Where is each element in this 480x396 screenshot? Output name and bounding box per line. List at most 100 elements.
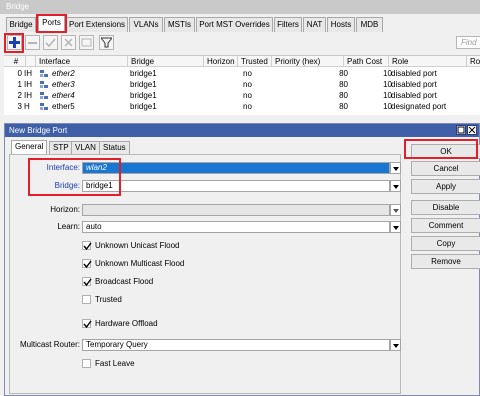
comment-button[interactable]: Comment bbox=[411, 218, 480, 233]
tab-vlans[interactable]: VLANs bbox=[129, 17, 163, 32]
col-path-cost[interactable]: Path Cost bbox=[344, 56, 389, 67]
enable-button[interactable] bbox=[43, 35, 58, 50]
filter-button[interactable] bbox=[99, 35, 114, 50]
tab-port-mst-overrides[interactable]: Port MST Overrides bbox=[196, 17, 273, 32]
enable-icon bbox=[45, 38, 56, 48]
unknown-multicast-flood-checkbox[interactable] bbox=[82, 259, 92, 269]
table-row[interactable]: 2 IH ether4 bridge1 no 80 10 disabled po… bbox=[4, 90, 480, 101]
col-horizon[interactable]: Horizon bbox=[204, 56, 238, 67]
row-bridge: bridge1 bbox=[130, 69, 157, 78]
col-bridge[interactable]: Bridge bbox=[128, 56, 204, 67]
row-priority: 80 bbox=[339, 102, 348, 111]
interface-icon bbox=[39, 101, 49, 112]
filter-icon bbox=[101, 37, 112, 48]
find-input[interactable]: Find bbox=[456, 36, 480, 49]
tab-hosts[interactable]: Hosts bbox=[327, 17, 355, 32]
ports-toolbar bbox=[0, 33, 480, 53]
row-interface: ether2 bbox=[52, 69, 75, 78]
checkmark-icon bbox=[83, 320, 92, 329]
tab-bridge[interactable]: Bridge bbox=[6, 17, 36, 32]
maximize-icon bbox=[457, 126, 465, 134]
dialog-title-bar[interactable]: New Bridge Port bbox=[5, 124, 479, 137]
col-priority[interactable]: Priority (hex) bbox=[272, 56, 344, 67]
interface-bridge-highlight bbox=[28, 158, 121, 196]
fast-leave-label: Fast Leave bbox=[95, 359, 135, 368]
row-flags: IH bbox=[24, 69, 32, 78]
col-ro[interactable]: Ro bbox=[467, 56, 480, 67]
row-trusted: no bbox=[243, 91, 252, 100]
multicast-router-dropdown[interactable] bbox=[390, 339, 401, 351]
tab-mdb[interactable]: MDB bbox=[356, 17, 383, 32]
apply-button[interactable]: Apply bbox=[411, 179, 480, 194]
horizon-input[interactable] bbox=[82, 204, 390, 216]
bridge-select[interactable]: bridge1 bbox=[82, 180, 390, 192]
unknown-multicast-flood-label: Unknown Multicast Flood bbox=[95, 259, 185, 268]
row-path-cost: 10 bbox=[383, 80, 392, 89]
learn-dropdown[interactable] bbox=[390, 221, 401, 233]
maximize-button[interactable] bbox=[456, 125, 466, 135]
remove-button[interactable]: Remove bbox=[411, 254, 480, 269]
close-icon bbox=[468, 126, 476, 134]
row-priority: 80 bbox=[339, 80, 348, 89]
interface-select[interactable]: wlan2 bbox=[82, 162, 390, 174]
row-interface: ether4 bbox=[52, 91, 75, 100]
cancel-button[interactable]: Cancel bbox=[411, 161, 480, 176]
bridge-dropdown[interactable] bbox=[390, 180, 401, 192]
row-role: disabled port bbox=[391, 80, 437, 89]
dialog-tab-general[interactable]: General bbox=[11, 140, 48, 154]
tab-port-extensions[interactable]: Port Extensions bbox=[66, 17, 128, 32]
remove-button[interactable] bbox=[25, 35, 40, 50]
row-path-cost: 10 bbox=[383, 69, 392, 78]
copy-button[interactable]: Copy bbox=[411, 236, 480, 251]
row-num: 2 bbox=[17, 91, 22, 100]
row-interface: ether5 bbox=[52, 102, 75, 111]
disable-button[interactable]: Disable bbox=[411, 200, 480, 215]
remove-icon bbox=[28, 42, 37, 44]
tab-filters[interactable]: Filters bbox=[274, 17, 302, 32]
col-interface[interactable]: Interface bbox=[36, 56, 128, 67]
collapse-icon bbox=[393, 209, 399, 213]
ports-table: # Interface Bridge Horizon Trusted Prior… bbox=[4, 55, 480, 115]
checkmark-icon bbox=[83, 278, 92, 287]
col-flags[interactable] bbox=[26, 56, 36, 67]
unknown-unicast-flood-label: Unknown Unicast Flood bbox=[95, 241, 180, 250]
row-role: disabled port bbox=[391, 69, 437, 78]
dialog-title: New Bridge Port bbox=[9, 126, 68, 135]
dialog-tab-vlan[interactable]: VLAN bbox=[71, 141, 100, 154]
row-path-cost: 10 bbox=[383, 91, 392, 100]
hardware-offload-checkbox[interactable] bbox=[82, 319, 92, 329]
table-header: # Interface Bridge Horizon Trusted Prior… bbox=[4, 56, 480, 67]
unknown-unicast-flood-checkbox[interactable] bbox=[82, 241, 92, 251]
dialog-tab-stp[interactable]: STP bbox=[49, 141, 73, 154]
horizon-dropdown[interactable] bbox=[390, 204, 401, 216]
tab-mstis[interactable]: MSTIs bbox=[164, 17, 195, 32]
broadcast-flood-checkbox[interactable] bbox=[82, 277, 92, 287]
row-role: disabled port bbox=[391, 91, 437, 100]
col-trusted[interactable]: Trusted bbox=[238, 56, 272, 67]
checkmark-icon bbox=[83, 260, 92, 269]
horizon-label: Horizon: bbox=[50, 205, 80, 214]
interface-dropdown[interactable] bbox=[390, 162, 401, 174]
interface-icon bbox=[39, 79, 49, 90]
trusted-checkbox[interactable] bbox=[82, 295, 91, 304]
dropdown-icon bbox=[393, 226, 399, 230]
table-row[interactable]: 1 IH ether3 bridge1 no 80 10 disabled po… bbox=[4, 79, 480, 90]
table-row[interactable]: 3 H ether5 bridge1 no 80 10 designated p… bbox=[4, 101, 480, 112]
comment-button[interactable] bbox=[79, 35, 94, 50]
bridge-tabs: Bridge Ports Port Extensions VLANs MSTIs… bbox=[0, 14, 480, 32]
close-button[interactable] bbox=[467, 125, 477, 135]
table-row[interactable]: 0 IH ether2 bridge1 no 80 10 disabled po… bbox=[4, 68, 480, 79]
learn-select[interactable]: auto bbox=[82, 221, 390, 233]
multicast-router-select[interactable]: Temporary Query bbox=[82, 339, 390, 351]
fast-leave-checkbox[interactable] bbox=[82, 359, 91, 368]
row-num: 3 bbox=[17, 102, 22, 111]
disable-icon bbox=[64, 38, 73, 47]
disable-button[interactable] bbox=[61, 35, 76, 50]
col-num[interactable]: # bbox=[4, 56, 26, 67]
learn-label: Learn: bbox=[57, 222, 80, 231]
ports-tab-highlight bbox=[36, 14, 67, 33]
row-path-cost: 10 bbox=[383, 102, 392, 111]
col-role[interactable]: Role bbox=[389, 56, 467, 67]
tab-nat[interactable]: NAT bbox=[303, 17, 326, 32]
dialog-tab-status[interactable]: Status bbox=[99, 141, 130, 154]
